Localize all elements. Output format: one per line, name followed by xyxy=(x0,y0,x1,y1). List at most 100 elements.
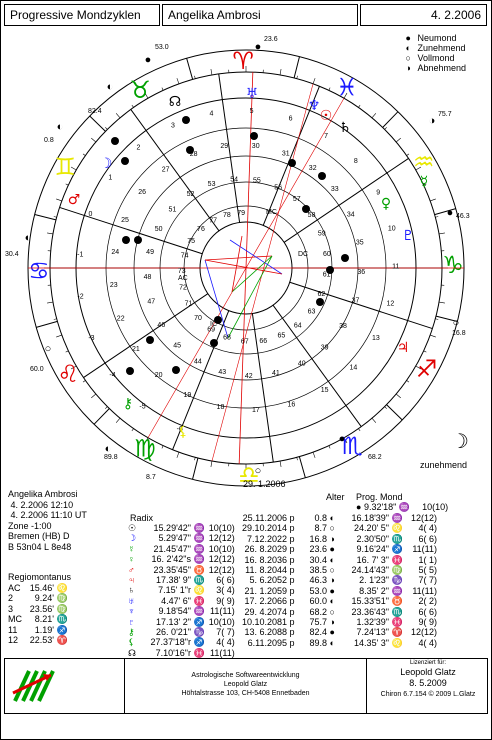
planet-position: 4.47' 6" xyxy=(161,595,191,606)
age-number: 37 xyxy=(352,297,360,304)
row-age: 68.2 xyxy=(309,606,327,617)
planet-glyph: ♄ xyxy=(128,585,135,596)
age-number: 15 xyxy=(321,387,329,394)
zodiac-tick xyxy=(423,350,427,353)
date-row: 26. 8.2029 p 23.6 ● 9.16'24" ♐ 11(11) xyxy=(233,544,437,554)
age-number: 72 xyxy=(179,285,187,292)
zodiac-tick xyxy=(279,460,282,467)
row-house: 7( 7) xyxy=(418,575,437,586)
row-age: 23.6 xyxy=(309,544,327,555)
planet-position: 7.10'16"r xyxy=(155,647,191,658)
zodiac-tick xyxy=(312,78,316,84)
regio-row: 3 23.56' ♍ xyxy=(8,604,68,614)
radix-row: ♄ 7.15' 1"r ♌ 3( 4) xyxy=(128,585,235,595)
progressed-moon-dot xyxy=(182,116,190,124)
zodiac-tick xyxy=(430,334,436,338)
row-prog-moon: 1.32'39" xyxy=(356,617,389,628)
row-type: p xyxy=(287,627,295,638)
row-phase: ○ xyxy=(327,606,335,617)
row-type: p xyxy=(287,533,295,544)
row-phase: ◑ xyxy=(327,617,335,628)
row-prog-moon: 9.16'24" xyxy=(356,544,389,555)
planet-glyph: ☿ xyxy=(128,543,135,554)
zodiac-tick xyxy=(82,153,86,156)
age-number: 66 xyxy=(259,338,267,345)
planet-position: 27.37'18"r xyxy=(150,637,191,648)
progressed-moon-dot xyxy=(121,157,129,165)
birth-coords: B 53n04 L 8e48 xyxy=(8,541,72,552)
age-number: 4 xyxy=(210,110,214,117)
row-date: 16. 8.2036 xyxy=(244,554,287,565)
age-number: 68 xyxy=(223,335,231,342)
zodiac-divider xyxy=(293,56,300,79)
age-number: 53 xyxy=(208,181,216,188)
age-number: 16 xyxy=(287,402,295,409)
row-prog-sign: ♉ xyxy=(389,596,403,607)
outer-degree-label: 0.8 xyxy=(44,137,54,144)
outer-degree-label: 60.0 xyxy=(30,366,44,373)
planet-glyph: ⚸ xyxy=(128,637,135,648)
house-key: 3 xyxy=(8,603,14,614)
row-prog-moon: 23.36'43" xyxy=(351,606,389,617)
outer-degree-label: 75.7 xyxy=(438,111,452,118)
zodiac-tick xyxy=(395,393,401,399)
zodiac-tick xyxy=(176,452,180,458)
progression-line xyxy=(211,83,314,462)
planet-sign: ♏ xyxy=(191,575,205,586)
house-position: 23.56' xyxy=(29,603,54,614)
planet-house: 12(12) xyxy=(208,564,235,575)
row-house: 4( 4) xyxy=(418,637,437,648)
birth-name: Angelika Ambrosi xyxy=(8,489,78,499)
row-house: 12(12) xyxy=(410,513,437,523)
age-number: 5 xyxy=(250,108,254,115)
planet-glyph: ♄ xyxy=(339,120,352,136)
age-number: 7 xyxy=(324,133,328,140)
age-number: -4 xyxy=(109,372,115,379)
planet-house: 11(11) xyxy=(210,647,235,658)
planet-glyph: ♅ xyxy=(246,86,259,102)
age-number: 55 xyxy=(253,178,261,185)
birth-date-local: 4. 2.2006 12:10 xyxy=(10,499,74,510)
house-position: 1.19' xyxy=(34,624,54,635)
zodiac-tick xyxy=(47,301,54,304)
age-number: 51 xyxy=(169,206,177,213)
row-phase: ● xyxy=(327,585,335,596)
logo-cell xyxy=(5,659,125,713)
radix-row: ☿ 21.45'47" ♒ 10(10) xyxy=(128,544,235,554)
age-number: 31 xyxy=(282,150,290,157)
row-prog-moon: 2. 1'23" xyxy=(359,575,389,586)
planet-glyph: ⚷ xyxy=(123,396,133,412)
planet-sign: ♐ xyxy=(191,637,205,648)
age-number: 79 xyxy=(237,210,245,217)
zodiac-tick xyxy=(312,452,316,458)
age-number: 56 xyxy=(274,184,282,191)
zodiac-tick xyxy=(371,113,377,119)
planet-glyph: ☉ xyxy=(128,523,137,533)
age-number: 54 xyxy=(230,176,238,183)
age-number: 74 xyxy=(181,252,189,259)
age-number: 67 xyxy=(241,339,249,346)
row-date: 11. 8.2044 xyxy=(245,565,287,576)
row-house: 9( 9) xyxy=(418,617,437,628)
row-house: 1( 1) xyxy=(418,554,437,565)
radix-row: ⚸ 27.37'18"r ♐ 4( 4) xyxy=(128,637,235,647)
zodiac-tick xyxy=(296,75,298,79)
planet-glyph: ☊ xyxy=(128,647,136,658)
planet-glyph: ⚸ xyxy=(178,424,188,440)
age-number: 1 xyxy=(108,174,112,181)
progressed-moon-dot xyxy=(302,205,310,213)
birth-data: Angelika Ambrosi 4. 2.2006 12:10 4. 2.20… xyxy=(8,489,87,552)
date-row: 5. 6.2052 p 46.3 ◑ 2. 1'23" ♑ 7( 7) xyxy=(233,575,437,585)
zodiac-tick xyxy=(395,137,401,143)
row-type: p xyxy=(287,523,295,534)
house-cusp-line xyxy=(289,281,433,330)
planet-house: 7( 7) xyxy=(216,627,235,638)
row-date: 25.11.2006 xyxy=(242,513,287,523)
moon-phase-marker: ◑ xyxy=(429,115,436,127)
house-position: 9.24' xyxy=(34,593,54,604)
zodiac-tick xyxy=(358,428,361,432)
zodiac-tick xyxy=(82,380,86,383)
regiomontanus-title: Regiomontanus xyxy=(8,572,72,582)
date-row: 7.12.2022 p 16.8 ◑ 2.30'50" ♏ 6( 6) xyxy=(233,534,437,544)
angle-label-ic: IC xyxy=(210,321,217,328)
